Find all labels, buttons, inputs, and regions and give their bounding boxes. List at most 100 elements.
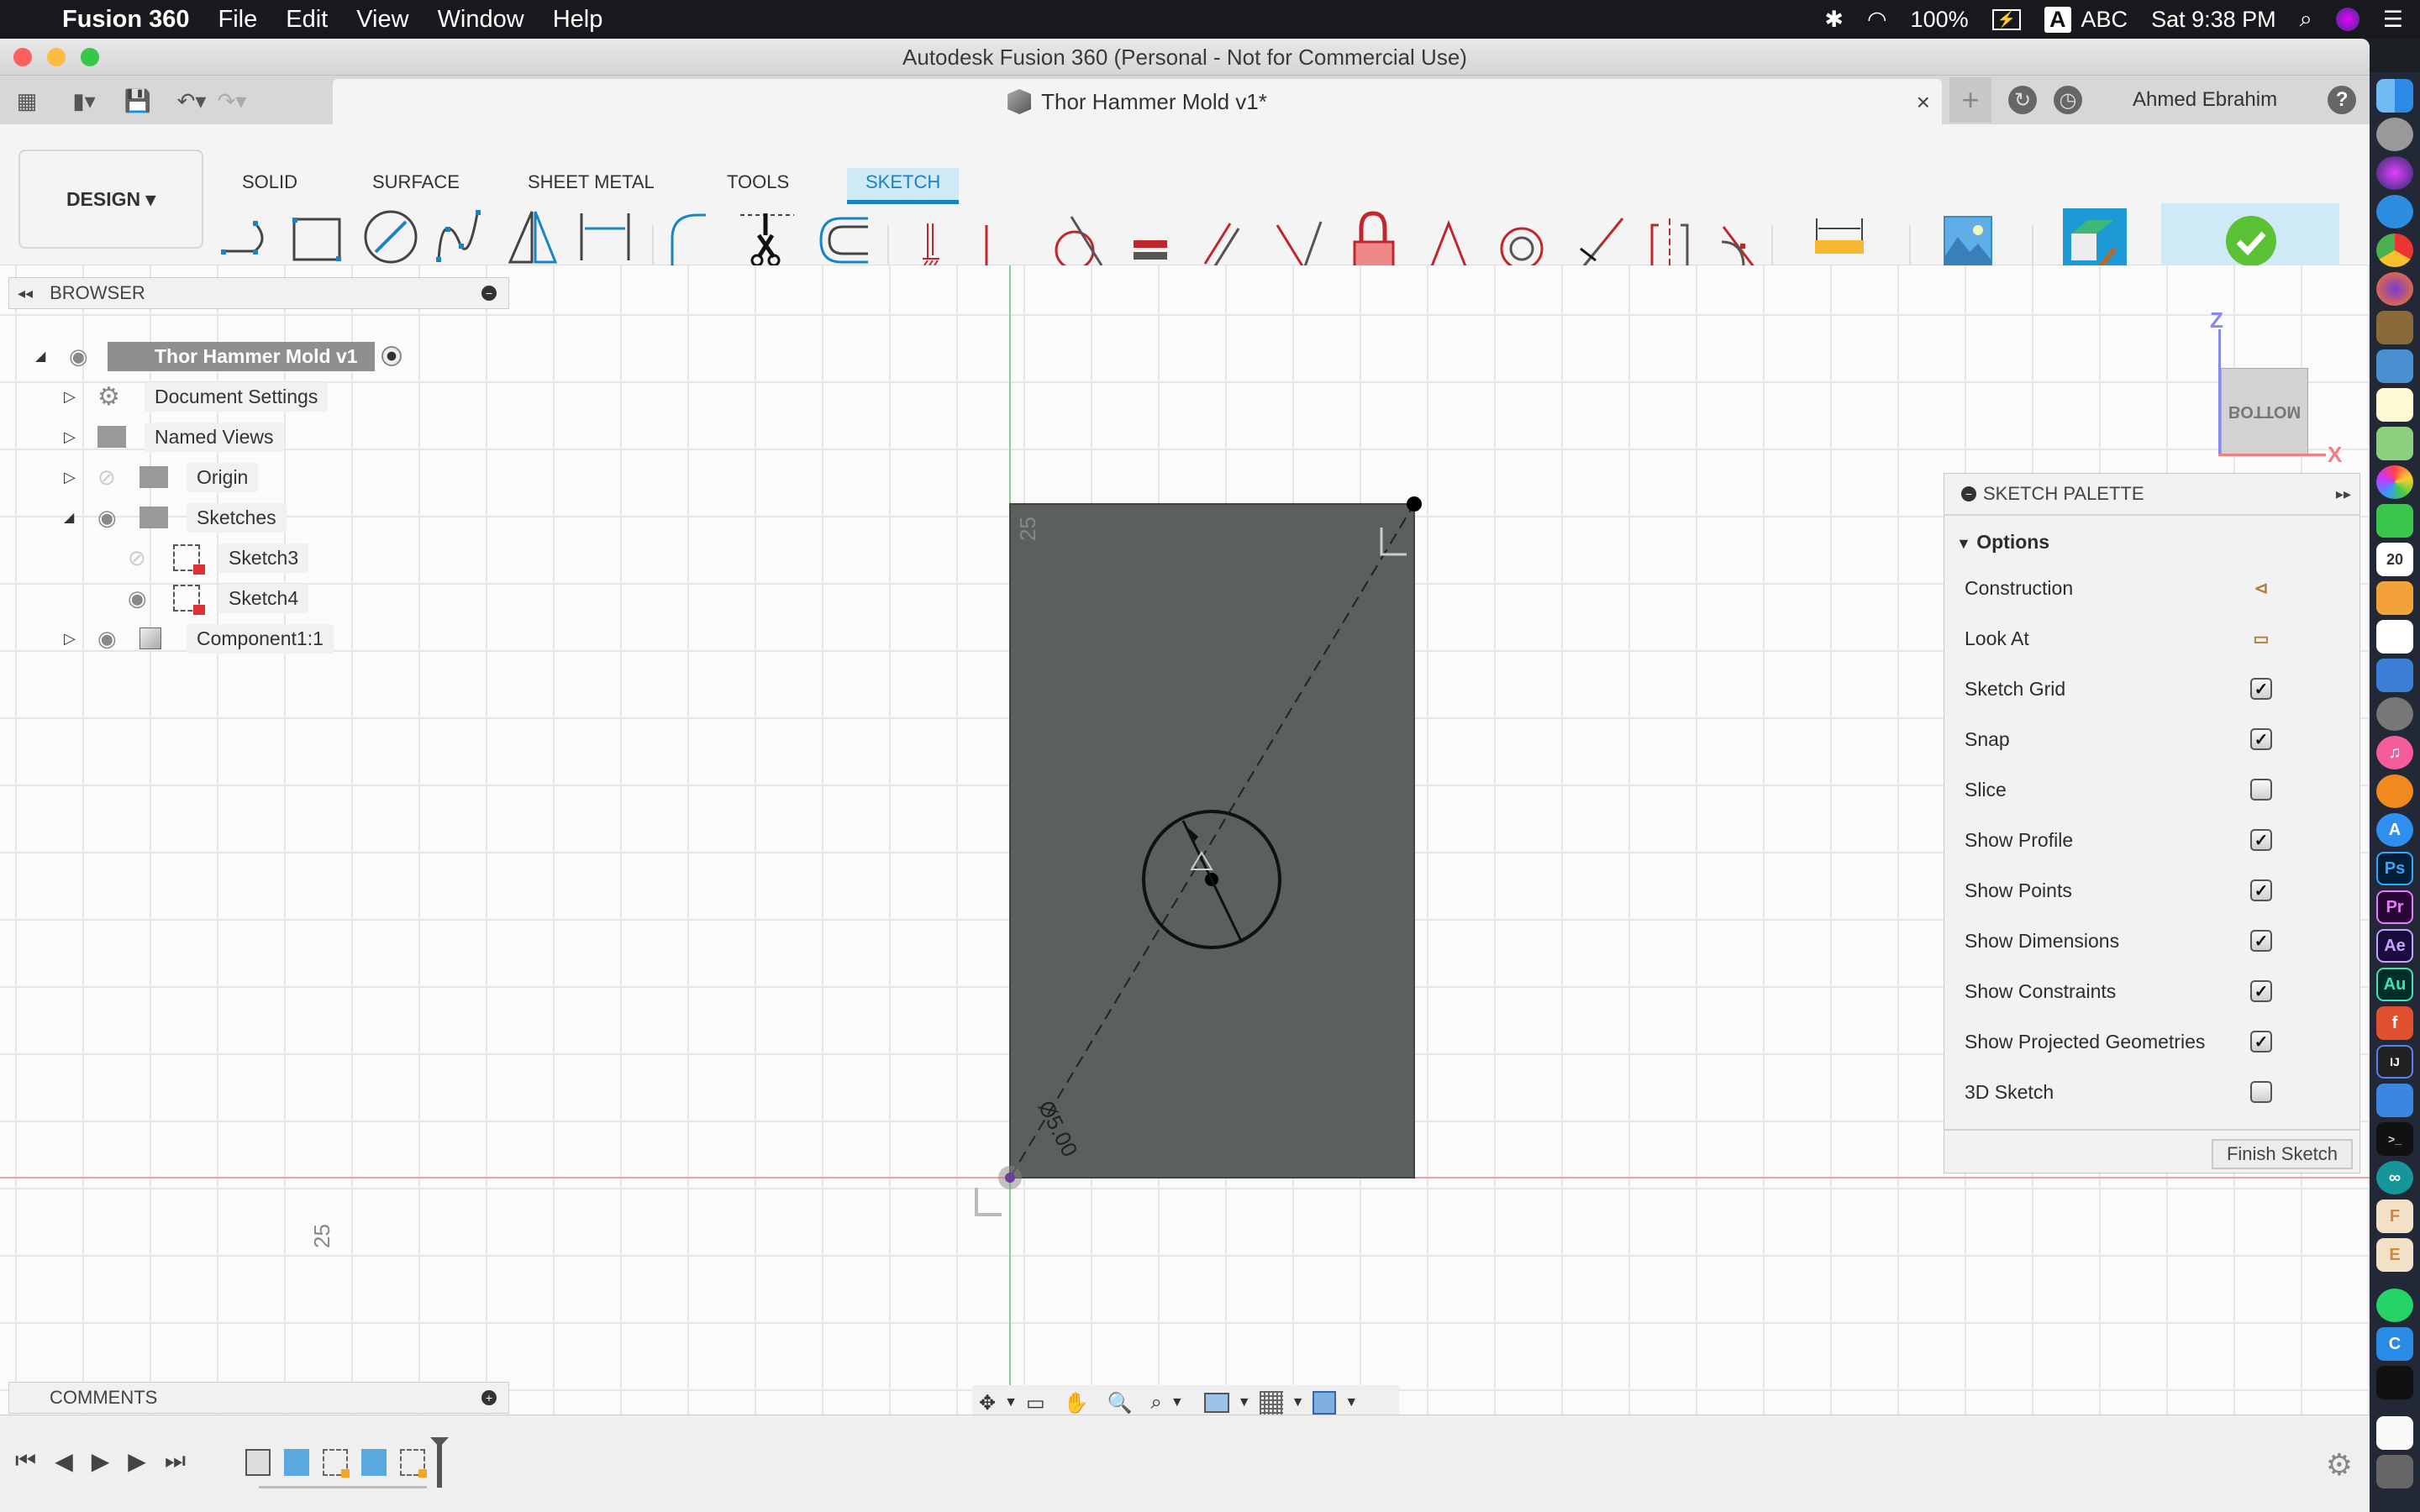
options-section-toggle[interactable]: ▼ Options	[1956, 531, 2049, 554]
visibility-hidden-eye-icon[interactable]: ⊘	[97, 465, 139, 491]
zoom-dropdown-icon[interactable]: ▼	[1171, 1395, 1184, 1410]
palette-row-3d-sketch[interactable]: 3D Sketch	[1965, 1075, 2334, 1109]
viewports-icon[interactable]	[1313, 1391, 1337, 1415]
browser-root-row[interactable]: ◢ ◉ Thor Hammer Mold v1	[35, 339, 402, 373]
input-source-badge[interactable]: A	[2044, 6, 2071, 33]
redo-icon[interactable]: ↷▾	[215, 84, 249, 118]
tab-tools[interactable]: TOOLS	[727, 171, 789, 193]
palette-row-snap[interactable]: Snap ✓	[1965, 722, 2334, 756]
safari-icon[interactable]	[2376, 195, 2413, 228]
measure-ruler-icon[interactable]	[1813, 215, 1865, 259]
file-menu-icon[interactable]: ▮▾	[67, 84, 101, 118]
zoom-icon[interactable]: 🔍	[1107, 1391, 1133, 1415]
tangent-constraint-icon[interactable]	[1055, 216, 1103, 270]
new-tab-button[interactable]: +	[1949, 77, 1991, 123]
arduino-icon[interactable]: ∞	[2376, 1161, 2413, 1194]
audition-icon[interactable]: Au	[2376, 968, 2413, 1001]
visibility-eye-icon[interactable]: ◉	[97, 505, 139, 531]
grid-snaps-icon[interactable]	[1259, 1391, 1283, 1415]
palette-row-sketch-grid[interactable]: Sketch Grid ✓	[1965, 672, 2334, 706]
xcode-icon[interactable]	[2376, 1084, 2413, 1117]
checked-checkbox[interactable]: ✓	[2250, 879, 2272, 901]
zoom-window-button[interactable]	[81, 48, 99, 66]
timeline-sketch-icon[interactable]	[400, 1449, 427, 1478]
checked-checkbox[interactable]: ✓	[2250, 930, 2272, 952]
data-panel-grid-icon[interactable]: ▦	[10, 84, 44, 118]
orbit-icon[interactable]: ✥	[979, 1391, 996, 1415]
document-tab[interactable]: Thor Hammer Mold v1* ×	[333, 79, 1942, 124]
mirror-tool-icon[interactable]	[508, 211, 558, 264]
activate-radio-icon[interactable]	[381, 346, 402, 366]
menu-window[interactable]: Window	[438, 6, 524, 34]
circle-tool-icon[interactable]	[364, 210, 418, 264]
palette-row-show-projected-geometries[interactable]: Show Projected Geometries ✓	[1965, 1025, 2334, 1058]
browser-item-named-views[interactable]: ▷ Named Views	[64, 420, 284, 454]
photoshop-icon[interactable]: Ps	[2376, 852, 2413, 885]
expand-triangle-icon[interactable]: ▷	[64, 469, 97, 486]
input-source-label[interactable]: ABC	[2081, 7, 2128, 33]
calendar-icon[interactable]: 20	[2376, 543, 2413, 576]
browser-item-sketch3[interactable]: ⊘ Sketch3	[128, 541, 309, 575]
expand-triangle-icon[interactable]: ▷	[64, 428, 97, 446]
timeline-settings-gear-icon[interactable]: ⚙	[2326, 1447, 2353, 1483]
downloads-stack-icon[interactable]	[2376, 1416, 2413, 1450]
preview-icon[interactable]	[2376, 349, 2413, 383]
fit-window-zoom-icon[interactable]: ⌕	[1150, 1391, 1161, 1415]
minimize-window-button[interactable]	[47, 48, 66, 66]
books-icon[interactable]	[2376, 774, 2413, 808]
keynote-icon[interactable]	[2376, 659, 2413, 692]
browser-item-origin[interactable]: ▷ ⊘ Origin	[64, 460, 259, 494]
facetime-icon[interactable]	[2376, 504, 2413, 538]
spotlight-search-icon[interactable]: ⌕	[2300, 6, 2312, 33]
timeline-next-icon[interactable]: ▶	[128, 1447, 146, 1475]
intellij-icon[interactable]: IJ	[2376, 1045, 2413, 1079]
timeline-play-icon[interactable]: ▶	[92, 1447, 110, 1475]
palette-row-show-constraints[interactable]: Show Constraints ✓	[1965, 974, 2334, 1008]
notification-center-icon[interactable]: ☰	[2383, 7, 2403, 33]
corner-point[interactable]	[1407, 496, 1422, 512]
display-settings-icon[interactable]	[1203, 1393, 1229, 1413]
cura-icon[interactable]	[2376, 1366, 2413, 1399]
visibility-eye-icon[interactable]: ◉	[69, 344, 108, 370]
chrome-icon[interactable]	[2376, 234, 2413, 267]
construction-icon[interactable]: ⊲	[2250, 577, 2272, 599]
palette-row-look-at[interactable]: Look At ▭	[1965, 622, 2334, 655]
eagle-icon[interactable]: E	[2376, 1238, 2413, 1272]
timeline-first-icon[interactable]: ⏮	[15, 1447, 36, 1475]
origin-point[interactable]	[1005, 1173, 1015, 1183]
notes-icon[interactable]	[2376, 388, 2413, 422]
terminal-icon[interactable]: >_	[2376, 1122, 2413, 1156]
dimension-tool-icon[interactable]	[580, 213, 630, 260]
help-icon[interactable]: ?	[2328, 86, 2357, 114]
insert-image-icon[interactable]	[1943, 215, 1993, 267]
perpendicular-constraint-icon[interactable]	[1276, 221, 1323, 270]
comments-panel-header[interactable]: COMMENTS +	[8, 1382, 509, 1414]
look-at-icon[interactable]: ▭	[2250, 627, 2272, 649]
firefox-icon[interactable]	[2376, 272, 2413, 306]
timeline-extrude-icon[interactable]	[361, 1449, 387, 1476]
offset-tool-icon[interactable]	[819, 217, 868, 264]
menu-help[interactable]: Help	[553, 6, 603, 34]
select-tool-icon[interactable]	[2063, 208, 2127, 274]
menu-file[interactable]: File	[218, 6, 258, 34]
midpoint-constraint-icon[interactable]	[1428, 219, 1470, 272]
visibility-eye-icon[interactable]: ◉	[128, 585, 173, 612]
clock[interactable]: Sat 9:38 PM	[2151, 7, 2276, 33]
concentric-constraint-icon[interactable]	[1500, 227, 1544, 270]
collapse-triangle-icon[interactable]: ◢	[35, 348, 69, 365]
unchecked-checkbox[interactable]	[2250, 779, 2272, 801]
fusion360-dock-icon[interactable]: F	[2376, 1200, 2413, 1233]
checked-checkbox[interactable]: ✓	[2250, 1031, 2272, 1053]
tab-sketch[interactable]: SKETCH	[847, 168, 960, 204]
unchecked-checkbox[interactable]	[2250, 1081, 2272, 1103]
palette-row-show-dimensions[interactable]: Show Dimensions ✓	[1965, 924, 2334, 958]
finder-icon[interactable]	[2376, 79, 2413, 113]
wifi-icon[interactable]: ◠	[1867, 7, 1887, 33]
browser-item-sketch4[interactable]: ◉ Sketch4	[128, 581, 309, 615]
bluetooth-icon[interactable]: ✱	[1824, 7, 1844, 33]
trim-tool-icon[interactable]	[740, 213, 794, 267]
visibility-hidden-eye-icon[interactable]: ⊘	[128, 545, 173, 571]
checked-checkbox[interactable]: ✓	[2250, 980, 2272, 1002]
notefile-icon[interactable]	[2376, 311, 2413, 344]
launchpad-icon[interactable]	[2376, 118, 2413, 151]
